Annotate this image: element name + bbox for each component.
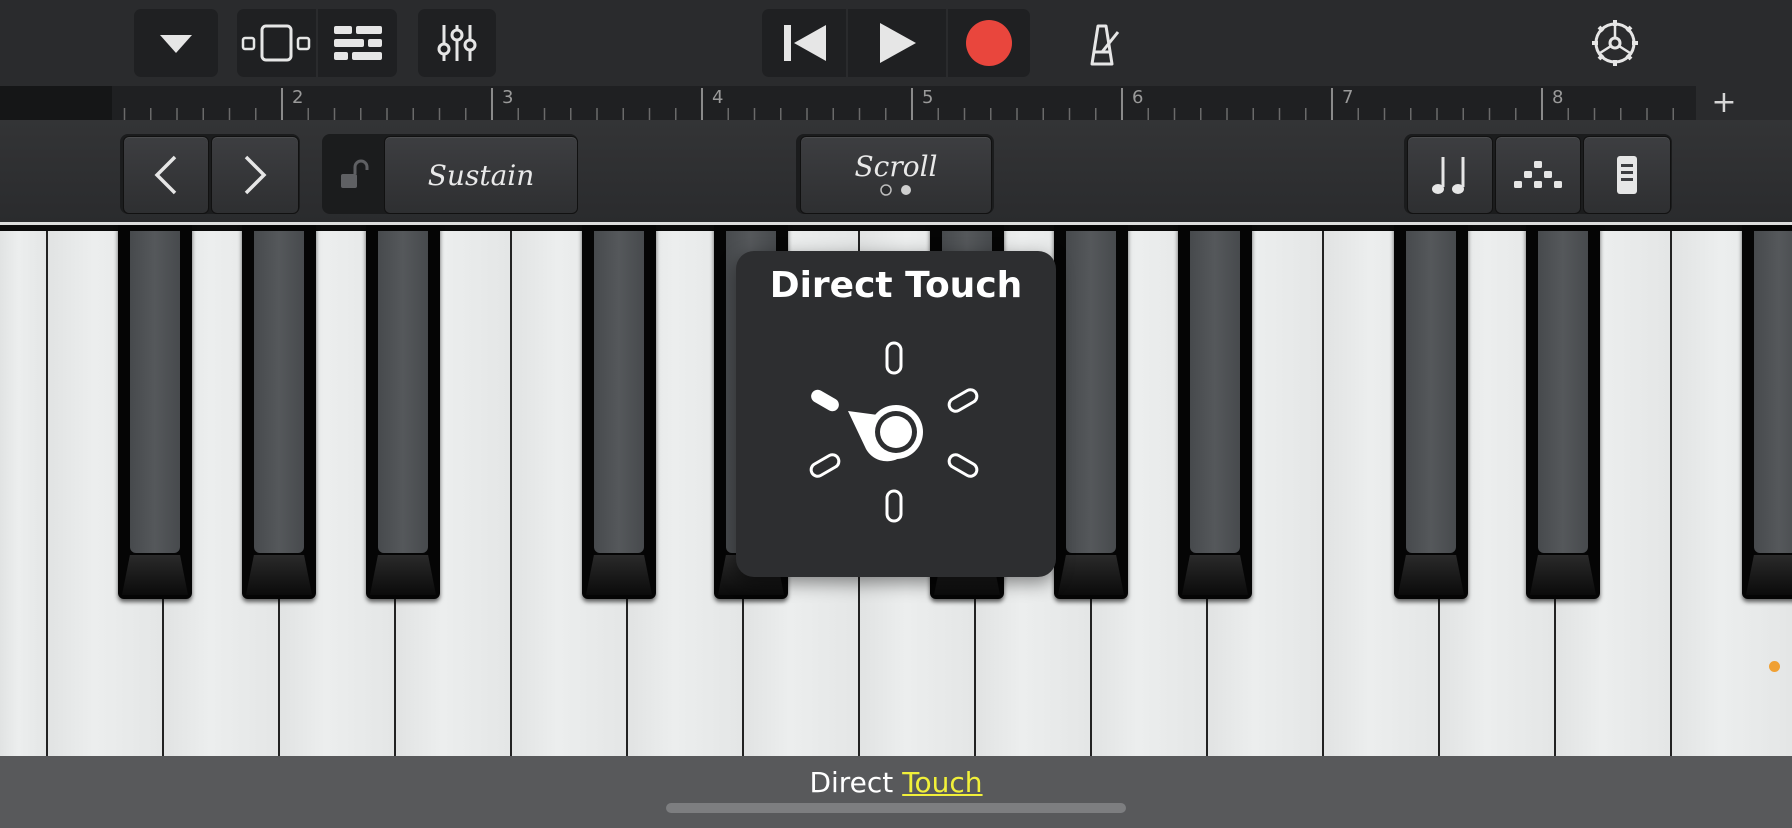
bar-number: 6 [1132,87,1144,108]
play-icon [880,23,916,63]
black-key[interactable] [366,225,440,599]
scroll-label: Scroll [854,150,938,183]
octave-down-button[interactable] [123,136,209,214]
indicator-dot [1769,661,1780,672]
keyboard-controls-button[interactable] [1583,136,1671,214]
page-dots-icon [880,184,911,196]
knob-rotary-icon [809,341,979,523]
ruler-ticks [123,88,1674,120]
sustain-button[interactable]: Sustain [384,136,578,214]
bar-number: 7 [1342,87,1354,108]
play-button[interactable] [848,9,946,77]
white-key[interactable] [0,231,48,759]
chevron-right-icon [244,155,267,195]
timeline-ruler[interactable]: 2 3 4 5 6 7 8 [112,86,1696,120]
record-button[interactable] [948,9,1030,77]
direct-touch-popup: Direct Touch [736,251,1056,577]
chord-strips-button[interactable] [1407,136,1493,214]
gear-icon [1592,20,1638,66]
black-key[interactable] [1054,225,1128,599]
popup-title: Direct Touch [769,265,1023,306]
sustain-label: Sustain [427,158,535,192]
octave-up-button[interactable] [211,136,299,214]
sliders-icon [437,25,477,61]
black-key[interactable] [582,225,656,599]
arpeggiator-icon [1514,161,1562,188]
bar-number: 5 [922,87,934,108]
editor-grid-icon [334,26,382,60]
record-icon [966,20,1012,66]
black-key[interactable] [1178,225,1252,599]
metronome-icon [1090,24,1120,66]
black-key[interactable] [118,225,192,599]
bar-number: 8 [1552,87,1564,108]
black-key[interactable] [1526,225,1600,599]
caption-word: Direct [809,766,894,799]
voiceover-caption-bar: Direct Touch [0,756,1792,828]
editor-button[interactable] [330,22,386,64]
metronome-button[interactable] [1078,20,1126,68]
caption-text: Direct Touch [0,766,1792,799]
bar-number: 4 [712,87,724,108]
bar-number: 2 [292,87,304,108]
add-section-button[interactable]: + [1696,86,1752,120]
keyboard-controls-icon [1617,156,1637,194]
chevron-left-icon [154,155,177,195]
black-key[interactable] [242,225,316,599]
sustain-lock-button[interactable] [326,138,382,212]
go-to-start-button[interactable] [764,9,846,77]
settings-button[interactable] [1590,18,1640,68]
tracks-view-icon [241,24,311,62]
home-indicator[interactable] [666,803,1126,813]
skip-back-icon [784,25,826,61]
segment-divider [316,9,318,77]
notes-icon [1432,157,1465,194]
keyboard-control-strip: Sustain Scroll [0,120,1792,222]
unlock-icon [341,159,369,188]
bar-number: 3 [502,87,514,108]
arpeggiator-button[interactable] [1495,136,1581,214]
caption-highlighted-word: Touch [902,766,983,799]
mixer-button[interactable] [418,9,496,77]
black-key[interactable] [1394,225,1468,599]
scroll-button[interactable]: Scroll [800,136,992,214]
tracks-view-button[interactable] [240,20,312,66]
top-toolbar [0,0,1792,86]
triangle-down-icon [160,35,192,53]
black-key[interactable] [1742,225,1792,599]
ruler-end-cap [1752,86,1792,120]
browser-dropdown-button[interactable] [134,9,218,77]
